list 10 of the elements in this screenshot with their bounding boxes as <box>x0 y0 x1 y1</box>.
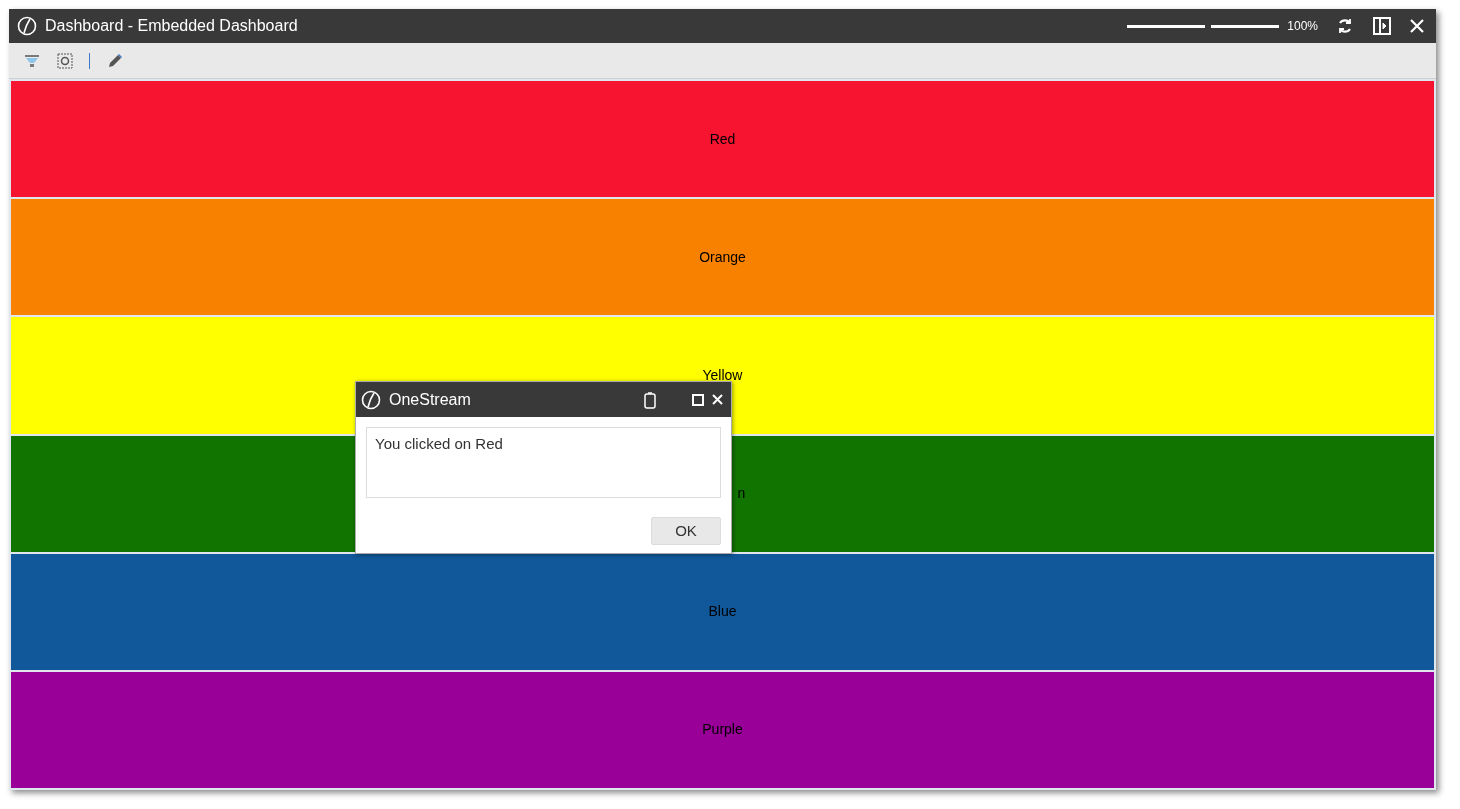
band-label: Orange <box>699 247 746 267</box>
band-label: Purple <box>702 720 743 740</box>
zoom-reading: 100% <box>1287 18 1318 35</box>
band-label: n <box>737 484 746 504</box>
band-label: Red <box>709 129 736 149</box>
dialog-title: OneStream <box>389 389 471 410</box>
band-label: Blue <box>708 602 737 622</box>
band-label: Yellow <box>702 365 743 385</box>
window-title: Dashboard - Embedded Dashboard <box>45 16 298 36</box>
message-text: You clicked on Red <box>375 435 503 452</box>
